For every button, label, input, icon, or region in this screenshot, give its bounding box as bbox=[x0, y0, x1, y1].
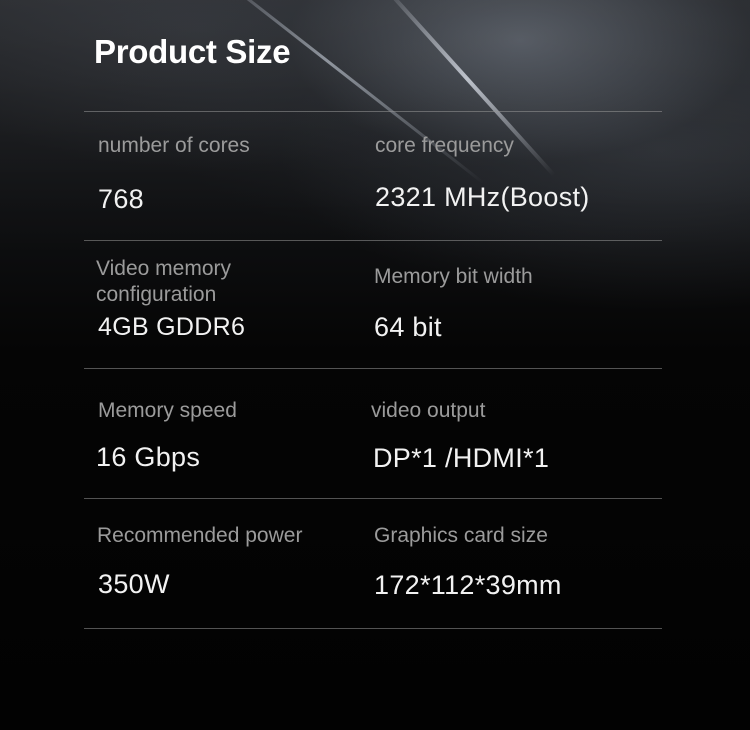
spec-label-video-output: video output bbox=[371, 399, 486, 422]
spec-value-power: 350W bbox=[98, 569, 170, 599]
spec-label-cores: number of cores bbox=[98, 134, 250, 157]
divider bbox=[84, 240, 662, 241]
divider bbox=[84, 111, 662, 112]
spec-value-memory-speed: 16 Gbps bbox=[96, 442, 201, 472]
spec-label-memory-config-line1: Video memory bbox=[96, 257, 232, 280]
divider bbox=[84, 498, 662, 499]
spec-value-cores: 768 bbox=[98, 184, 144, 214]
spec-label-memory-config: Video memory configuration bbox=[96, 256, 231, 308]
spec-label-bit-width: Memory bit width bbox=[374, 265, 533, 288]
divider bbox=[84, 628, 662, 629]
spec-label-power: Recommended power bbox=[97, 524, 303, 547]
spec-label-frequency: core frequency bbox=[375, 134, 514, 157]
spec-value-card-size: 172*112*39mm bbox=[374, 570, 562, 600]
spec-value-frequency: 2321 MHz(Boost) bbox=[375, 182, 590, 212]
spec-label-card-size: Graphics card size bbox=[374, 524, 548, 547]
divider bbox=[84, 368, 662, 369]
spec-label-memory-config-line2: configuration bbox=[96, 283, 217, 306]
page-title: Product Size bbox=[94, 33, 291, 70]
spec-value-video-output: DP*1 /HDMI*1 bbox=[373, 443, 550, 473]
spec-value-memory-config: 4GB GDDR6 bbox=[98, 313, 246, 341]
spec-label-memory-speed: Memory speed bbox=[98, 399, 237, 422]
spec-value-bit-width: 64 bit bbox=[374, 312, 442, 342]
spec-page: Product Size number of cores 768 core fr… bbox=[0, 0, 750, 730]
